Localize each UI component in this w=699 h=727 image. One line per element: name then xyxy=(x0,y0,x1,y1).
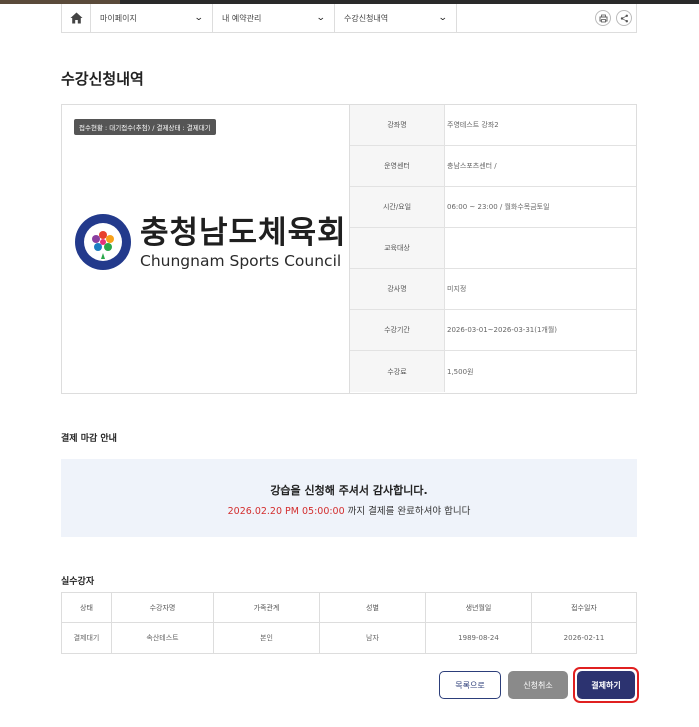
chevron-down-icon: ⌄ xyxy=(316,13,327,23)
detail-label: 수강기간 xyxy=(350,310,445,350)
detail-value: 06:00 ~ 23:00 / 월화수목금토일 xyxy=(447,203,550,211)
column-header: 가족관계 xyxy=(213,592,320,623)
table-cell: 결제대기 xyxy=(61,622,112,654)
share-button[interactable] xyxy=(616,10,632,26)
logo-english-name: Chungnam Sports Council xyxy=(140,251,342,270)
detail-row: 교육대상 xyxy=(350,228,636,269)
print-button[interactable] xyxy=(595,10,611,26)
nav-dropdown-label: 수강신청내역 xyxy=(344,13,389,23)
nav-dropdown-label: 내 예약관리 xyxy=(222,13,262,23)
logo-korean-name: 충청남도체육회 xyxy=(140,214,347,251)
thanks-message: 강습을 신청해 주셔서 감사합니다. xyxy=(270,484,428,497)
table-row: 결제대기 속산테스트 본인 남자 1989-08-24 2026-02-11 xyxy=(61,622,637,654)
detail-value: 미지정 xyxy=(447,285,467,293)
detail-row: 강좌명 주영테스트 강좌2 xyxy=(350,105,636,146)
detail-value: 2026-03-01~2026-03-31(1개월) xyxy=(447,326,558,334)
table-cell: 본인 xyxy=(213,622,320,654)
students-table: 상태 수강자명 가족관계 성별 생년월일 접수일자 결제대기 속산테스트 본인 … xyxy=(61,592,637,654)
council-emblem-icon xyxy=(75,214,131,270)
column-header: 수강자명 xyxy=(111,592,214,623)
column-header: 생년월일 xyxy=(425,592,532,623)
students-heading: 실수강자 xyxy=(61,577,95,587)
detail-label: 수강료 xyxy=(350,351,445,392)
detail-value: 충남스포츠센터 / xyxy=(447,162,497,170)
page-title: 수강신청내역 xyxy=(61,70,144,88)
detail-row: 시간/요일 06:00 ~ 23:00 / 월화수목금토일 xyxy=(350,187,636,228)
detail-value xyxy=(445,228,636,268)
column-header: 접수일자 xyxy=(531,592,637,623)
column-header: 상태 xyxy=(61,592,112,623)
logo-text: 충청남도체육회 Chungnam Sports Council xyxy=(140,215,347,270)
nav-dropdown-label: 마이페이지 xyxy=(100,13,137,23)
detail-row: 수강기간 2026-03-01~2026-03-31(1개월) xyxy=(350,310,636,351)
detail-label: 운영센터 xyxy=(350,146,445,186)
location-nav: 마이페이지 ⌄ 내 예약관리 ⌄ 수강신청내역 ⌄ xyxy=(61,4,637,33)
column-header: 성별 xyxy=(319,592,426,623)
payment-notice-box: 강습을 신청해 주셔서 감사합니다. 2026.02.20 PM 05:00:0… xyxy=(61,459,637,537)
detail-label: 강좌명 xyxy=(350,105,445,145)
nav-tools xyxy=(595,4,636,32)
payment-deadline-heading: 결제 마감 안내 xyxy=(61,434,117,444)
nav-dropdown-reservations[interactable]: 내 예약관리 ⌄ xyxy=(213,4,335,32)
cancel-application-button[interactable]: 신청취소 xyxy=(508,671,568,699)
detail-row: 강사명 미지정 xyxy=(350,269,636,310)
home-button[interactable] xyxy=(62,4,91,32)
table-cell: 속산테스트 xyxy=(111,622,214,654)
nav-dropdown-applications[interactable]: 수강신청내역 ⌄ xyxy=(335,4,457,32)
course-info-box: 접수현황 : 대기접수(추첨) / 결제상태 : 결제대기 충청남도체육회 Ch… xyxy=(61,104,637,394)
print-icon xyxy=(599,14,607,22)
chevron-down-icon: ⌄ xyxy=(438,13,449,23)
home-icon xyxy=(70,12,82,24)
course-detail-table: 강좌명 주영테스트 강좌2 운영센터 충남스포츠센터 / 시간/요일 06:00… xyxy=(350,105,636,393)
table-cell: 남자 xyxy=(319,622,426,654)
detail-value: 1,500원 xyxy=(447,367,474,376)
council-logo: 충청남도체육회 Chungnam Sports Council xyxy=(74,213,347,271)
detail-label: 강사명 xyxy=(350,269,445,309)
detail-label: 교육대상 xyxy=(350,228,445,268)
back-to-list-button[interactable]: 목록으로 xyxy=(439,671,501,699)
detail-value: 주영테스트 강좌2 xyxy=(447,121,499,129)
table-header-row: 상태 수강자명 가족관계 성별 생년월일 접수일자 xyxy=(61,592,637,623)
course-image-pane: 접수현황 : 대기접수(추첨) / 결제상태 : 결제대기 충청남도체육회 Ch… xyxy=(62,105,350,393)
table-cell: 2026-02-11 xyxy=(531,622,637,654)
detail-row: 운영센터 충남스포츠센터 / xyxy=(350,146,636,187)
deadline-suffix: 까지 결제를 완료하셔야 합니다 xyxy=(344,506,471,517)
nav-dropdown-mypage[interactable]: 마이페이지 ⌄ xyxy=(91,4,213,32)
share-icon xyxy=(620,14,628,22)
deadline-datetime: 2026.02.20 PM 05:00:00 xyxy=(227,506,345,517)
status-badge: 접수현황 : 대기접수(추첨) / 결제상태 : 결제대기 xyxy=(74,119,216,135)
detail-label: 시간/요일 xyxy=(350,187,445,227)
deadline-message: 2026.02.20 PM 05:00:00 까지 결제를 완료하셔야 합니다 xyxy=(61,503,637,517)
chevron-down-icon: ⌄ xyxy=(194,13,205,23)
table-cell: 1989-08-24 xyxy=(425,622,532,654)
detail-row: 수강료 1,500원 xyxy=(350,351,636,392)
pay-button[interactable]: 결제하기 xyxy=(577,671,635,699)
